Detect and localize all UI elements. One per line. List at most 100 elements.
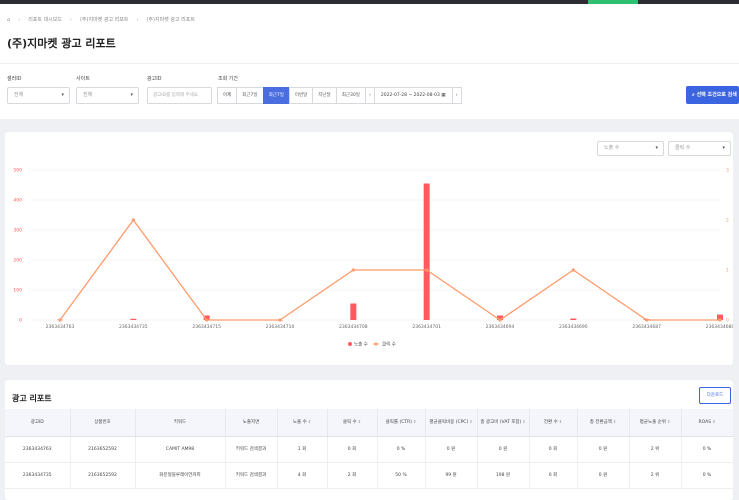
column-header[interactable]: 총 광고비 (VAT 포함)⇕ (477, 409, 530, 437)
column-header-label: 클릭 수 (342, 420, 357, 426)
period-7days-button[interactable]: 최근7일 (236, 87, 264, 104)
legend-bar-label: 노출 수 (354, 341, 368, 348)
seller-select[interactable]: 전체 ▾ (7, 87, 70, 104)
table-cell: 4 회 (277, 462, 328, 489)
seller-label: 셀러ID (7, 76, 22, 82)
page-header: ⌂ › 리포트 대시보드 › (주)지마켓 광고 리포트 › (주)지마켓 광고… (0, 4, 739, 63)
table-cell: 0 원 (477, 436, 530, 463)
column-header-label: ROAS (698, 420, 712, 426)
chevron-right-icon: › (69, 16, 72, 23)
period-yesterday-button[interactable]: 어제 (217, 87, 238, 104)
table-cell: 화분형블루레이언커피 (135, 462, 226, 489)
column-header[interactable]: 총 전환금액⇕ (577, 409, 630, 437)
chevron-right-icon: › (18, 16, 21, 23)
x-tick-label: 2363434687 (632, 324, 661, 330)
filter-bar: 셀러ID 전체 ▾ 사이트 전체 ▾ 광고ID 광고ID를 입력해 주세요. 조… (0, 63, 739, 119)
sort-icon[interactable]: ⇕ (522, 419, 525, 424)
column-header: 광고ID (5, 409, 71, 437)
site-select-value: 전체 (83, 92, 93, 98)
y-right-tick-label: 1 (726, 268, 729, 274)
next-period-icon[interactable]: › (451, 87, 462, 104)
column-header[interactable]: 전환 수⇕ (529, 409, 578, 437)
site-select[interactable]: 전체 ▾ (76, 87, 139, 104)
period-this-month-button[interactable]: 이번달 (288, 87, 314, 104)
table-row[interactable]: 2363434735 2163652592 화분형블루레이언커피 키워드 검색결과 4 … (5, 462, 733, 489)
y-right-tick-label: 3 (726, 168, 729, 174)
line-point (278, 318, 282, 322)
y-left-tick-label: 400 (13, 198, 22, 204)
table-cell: 198 원 (477, 462, 530, 489)
search-icon: ⌕ (692, 92, 695, 98)
sort-icon[interactable]: ⇕ (667, 419, 670, 424)
table-cell: CAMIT AM98 (135, 436, 226, 463)
search-button-label: 선택 조건으로 검색 (696, 92, 737, 98)
line-point (58, 318, 62, 322)
sort-icon[interactable]: ⇕ (712, 419, 715, 424)
line-point (351, 268, 355, 272)
date-range-picker[interactable]: 2022-07-28 ~ 2022-08-03 ▦ (373, 87, 453, 104)
y-right-tick-label: 2 (726, 218, 729, 224)
column-header: 키워드 (135, 409, 226, 437)
report-table: 광고ID 상품번호 키워드 노출지면 노출 수⇕ 클릭 수⇕ 클릭률 (CTR)⇕ 평균클릭비… (5, 409, 733, 489)
ad-id-input[interactable]: 광고ID를 입력해 주세요. (147, 87, 212, 104)
column-header[interactable]: 평균클릭비용 (CPC)⇕ (425, 409, 478, 437)
sort-icon[interactable]: ⇕ (613, 419, 616, 424)
column-header-label: 총 광고비 (VAT 포함) (480, 420, 522, 426)
seller-select-value: 전체 (14, 92, 24, 98)
breadcrumb: ⌂ › 리포트 대시보드 › (주)지마켓 광고 리포트 › (주)지마켓 광고… (7, 16, 195, 24)
sort-icon[interactable]: ⇕ (559, 419, 562, 424)
calendar-icon: ▦ (441, 93, 446, 98)
bar (130, 318, 137, 320)
table-cell: 0 회 (529, 436, 578, 463)
breadcrumb-item[interactable]: 리포트 대시보드 (28, 16, 62, 23)
column-header-label: 전환 수 (543, 420, 558, 426)
column-header[interactable]: 노출 수⇕ (277, 409, 328, 437)
report-card: 광고 리포트 다운로드 광고ID 상품번호 키워드 노출지면 노출 수⇕ 클릭 수⇕ 클릭률… (5, 380, 733, 500)
column-header-label: 상품번호 (94, 420, 111, 426)
table-row[interactable]: 2363434763 2163652592 CAMIT AM98 키워드 검색결과 1 … (5, 436, 733, 463)
caret-down-icon: ▾ (61, 92, 64, 98)
x-tick-label: 2363434690 (559, 324, 588, 330)
column-header-label: 키워드 (173, 420, 187, 426)
sort-icon[interactable]: ⇕ (413, 419, 416, 424)
legend-line-marker-dot (374, 342, 378, 346)
y-left-tick-label: 500 (13, 168, 22, 174)
period-30days-button[interactable]: 최근30일 (335, 87, 366, 104)
table-cell: 키워드 검색결과 (225, 462, 278, 489)
breadcrumb-item[interactable]: (주)지마켓 광고 리포트 (80, 16, 128, 23)
period-last-month-button[interactable]: 지난달 (312, 87, 337, 104)
bar (570, 318, 577, 320)
column-header[interactable]: 평균노출 순위⇕ (629, 409, 682, 437)
y-right-tick-label: 0 (726, 318, 729, 324)
home-icon[interactable]: ⌂ (7, 17, 10, 23)
column-header[interactable]: 클릭 수⇕ (327, 409, 378, 437)
table-cell: 0 % (377, 436, 426, 463)
line-point (645, 318, 649, 322)
x-tick-label: 2363434763 (46, 324, 75, 330)
period-7days-active-button[interactable]: 최근7일 (262, 87, 290, 104)
sort-icon[interactable]: ⇕ (469, 419, 472, 424)
x-tick-label: 2363434710 (266, 324, 295, 330)
y-left-tick-label: 0 (19, 318, 22, 324)
period-group: 어제 최근7일 최근7일 이번달 지난달 최근30일 ‹ 2022-07-28 … (217, 87, 462, 104)
legend-line-label: 클릭 수 (382, 341, 396, 348)
search-button[interactable]: ⌕ 선택 조건으로 검색 (686, 86, 739, 104)
x-tick-label: 2363434715 (192, 324, 221, 330)
download-button[interactable]: 다운로드 (699, 387, 731, 404)
table-header-row: 광고ID 상품번호 키워드 노출지면 노출 수⇕ 클릭 수⇕ 클릭률 (CTR)⇕ 평균클릭비… (5, 409, 733, 437)
column-header-label: 광고ID (30, 420, 44, 426)
column-header[interactable]: ROAS⇕ (681, 409, 733, 437)
table-cell: 2 위 (629, 436, 682, 463)
sort-icon[interactable]: ⇕ (358, 419, 361, 424)
table-cell: 0 원 (577, 436, 630, 463)
period-label: 조회 기간 (218, 76, 238, 82)
y-left-tick-label: 200 (13, 258, 22, 264)
report-title: 광고 리포트 (12, 394, 52, 403)
column-header[interactable]: 클릭률 (CTR)⇕ (377, 409, 426, 437)
site-label: 사이트 (76, 76, 90, 82)
bar (350, 303, 357, 320)
chevron-right-icon: › (136, 16, 139, 23)
table-cell: 2 위 (629, 462, 682, 489)
combo-chart: 0 100 200 300 400 500 0 1 2 3 2363434763 2363434735… (13, 168, 733, 348)
sort-icon[interactable]: ⇕ (308, 419, 311, 424)
